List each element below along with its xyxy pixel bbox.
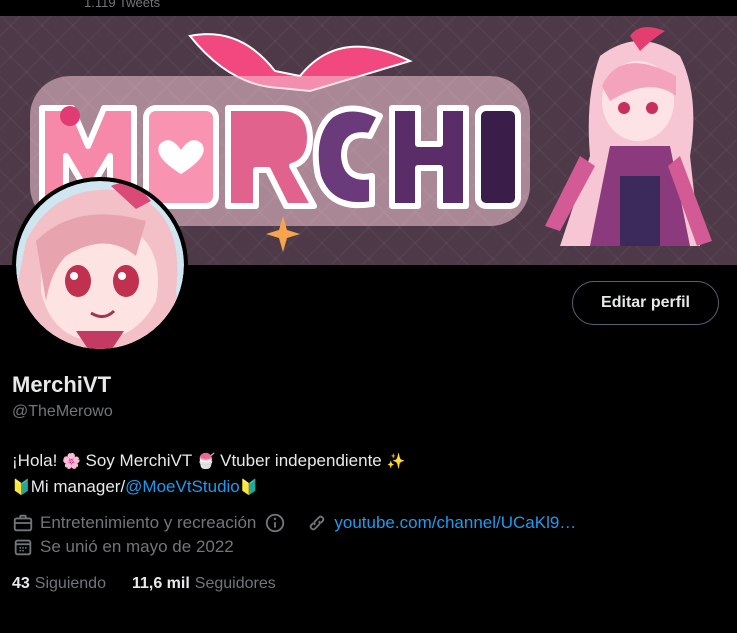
following-count: 43	[12, 575, 30, 592]
following-link[interactable]: 43 Siguiendo	[12, 575, 106, 593]
display-name: MerchiVT	[12, 372, 112, 397]
bio-text: Soy MerchiVT	[85, 451, 192, 470]
manager-mention-link[interactable]: @MoeVtStudio	[125, 477, 240, 496]
follow-stats: 43 Siguiendo 11,6 mil Seguidores	[12, 575, 302, 593]
beginner-emoji: 🔰	[12, 479, 31, 496]
followers-link[interactable]: 11,6 mil Seguidores	[132, 575, 276, 593]
cherry-blossom-emoji: 🌸	[62, 453, 81, 470]
sparkles-emoji: ✨	[386, 453, 406, 470]
calendar-icon	[14, 539, 32, 556]
beginner-emoji: 🔰	[239, 479, 259, 496]
profile-joined-row: Se unió en mayo de 2022	[12, 536, 234, 558]
link-icon	[310, 515, 325, 531]
profile-category: Entretenimiento y recreación	[40, 513, 257, 532]
profile-bio: ¡Hola! 🌸 Soy MerchiVT 🍧 Vtuber independi…	[12, 448, 405, 500]
top-header: 1.119 Tweets	[0, 0, 737, 16]
user-handle: @TheMerowo	[12, 403, 113, 420]
joined-date: Se unió en mayo de 2022	[40, 537, 234, 556]
following-label: Siguiendo	[34, 575, 106, 592]
bio-line-2: 🔰Mi manager/@MoeVtStudio🔰	[12, 474, 405, 500]
followers-count: 11,6 mil	[131, 575, 190, 592]
profile-avatar[interactable]	[12, 177, 188, 353]
briefcase-icon	[13, 514, 33, 532]
bio-line-1: ¡Hola! 🌸 Soy MerchiVT 🍧 Vtuber independi…	[12, 448, 405, 474]
bio-text: Vtuber independiente	[220, 451, 382, 470]
tweet-count: 1.119 Tweets	[84, 0, 161, 10]
bio-text: Mi manager/	[30, 477, 126, 496]
info-icon[interactable]	[264, 512, 286, 534]
edit-profile-button[interactable]: Editar perfil	[572, 281, 719, 325]
avatar-image	[16, 181, 184, 349]
followers-label: Seguidores	[194, 575, 276, 592]
profile-meta-row: Entretenimiento y recreación youtube.com…	[12, 512, 576, 534]
website-link[interactable]: youtube.com/channel/UCaKl9…	[334, 513, 576, 533]
shaved-ice-emoji: 🍧	[196, 453, 216, 470]
bio-text: ¡Hola!	[12, 451, 58, 470]
